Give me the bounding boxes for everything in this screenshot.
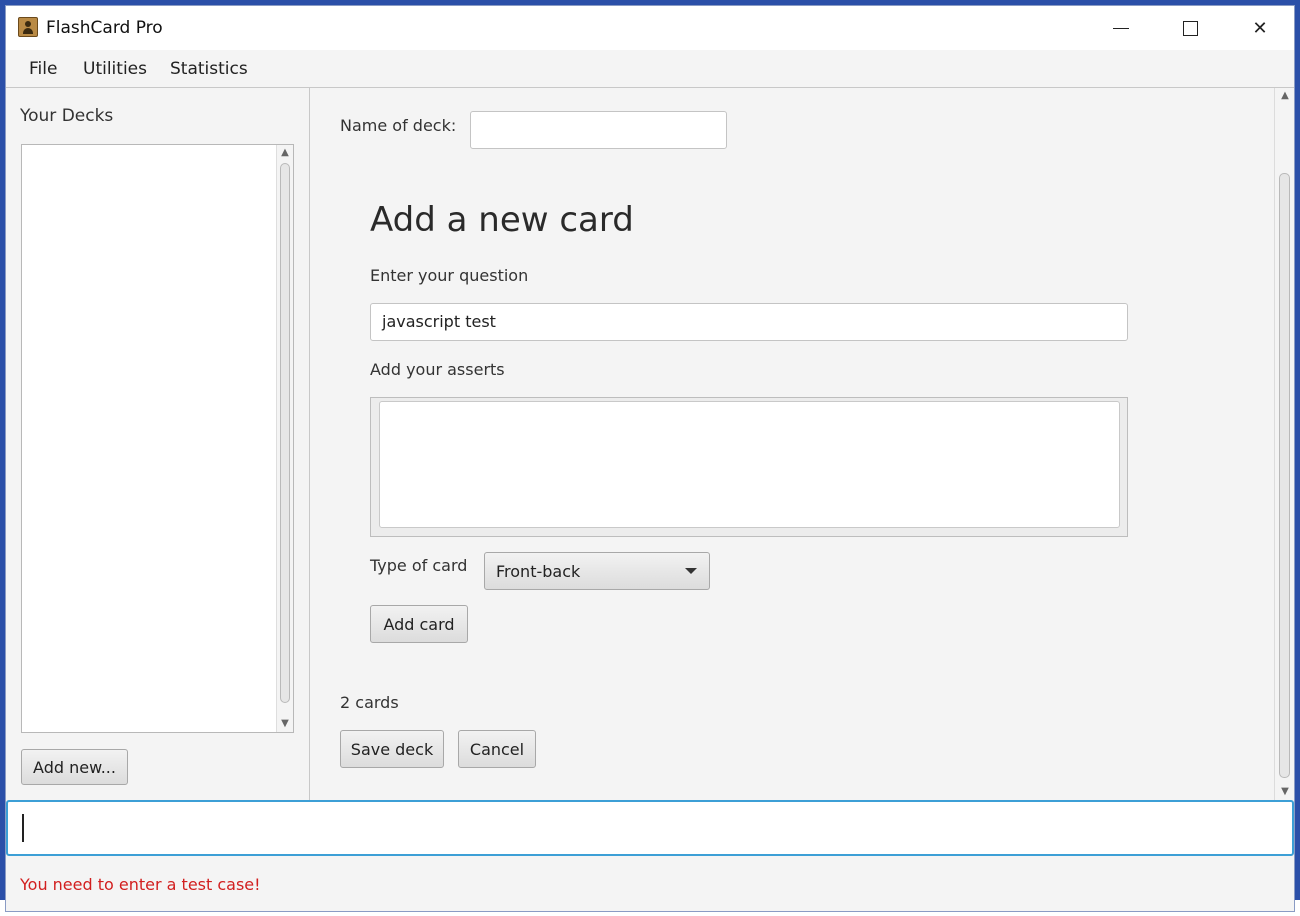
title-bar[interactable]: FlashCard Pro ✕ (6, 6, 1294, 50)
deck-list[interactable]: ▲ ▼ (21, 144, 294, 733)
close-button[interactable]: ✕ (1225, 6, 1294, 50)
card-type-label: Type of card (370, 556, 468, 575)
editor-scrollbar[interactable]: ▲ ▼ (1274, 88, 1294, 800)
window-title: FlashCard Pro (46, 18, 163, 38)
asserts-textarea[interactable] (379, 401, 1120, 528)
text-cursor (22, 814, 24, 842)
chevron-down-icon (685, 568, 697, 574)
asserts-frame (370, 397, 1128, 537)
menu-statistics[interactable]: Statistics (170, 59, 248, 79)
add-card-button[interactable]: Add card (370, 605, 468, 643)
menu-bar: File Utilities Statistics (6, 50, 1294, 88)
deck-list-scrollbar[interactable]: ▲ ▼ (276, 145, 293, 732)
scroll-down-icon[interactable]: ▼ (277, 716, 293, 732)
save-deck-button[interactable]: Save deck (340, 730, 444, 768)
question-input[interactable]: javascript test (370, 303, 1128, 341)
deck-name-input[interactable] (470, 111, 727, 149)
scroll-down-icon[interactable]: ▼ (1277, 784, 1293, 800)
editor-scroll-thumb[interactable] (1279, 173, 1290, 778)
app-window: FlashCard Pro ✕ File Utilities Statistic… (5, 5, 1295, 912)
add-new-deck-button[interactable]: Add new... (21, 749, 128, 785)
cancel-button[interactable]: Cancel (458, 730, 536, 768)
deck-name-label: Name of deck: (340, 116, 457, 135)
close-icon: ✕ (1252, 17, 1268, 39)
maximize-button[interactable] (1155, 6, 1225, 50)
minimize-icon (1113, 27, 1129, 29)
app-icon (18, 17, 38, 37)
menu-file[interactable]: File (29, 59, 57, 79)
scroll-up-icon[interactable]: ▲ (277, 145, 293, 161)
test-case-input[interactable] (6, 800, 1294, 856)
card-type-value: Front-back (496, 561, 581, 581)
minimize-button[interactable] (1086, 6, 1156, 50)
add-card-heading: Add a new card (370, 200, 634, 240)
deck-editor: Name of deck: Add a new card Enter your … (311, 88, 1294, 800)
error-message: You need to enter a test case! (20, 875, 261, 894)
scroll-up-icon[interactable]: ▲ (1277, 88, 1293, 104)
maximize-icon (1182, 20, 1198, 36)
question-label: Enter your question (370, 266, 529, 285)
menu-utilities[interactable]: Utilities (83, 59, 147, 79)
deck-list-scroll-thumb[interactable] (280, 163, 290, 703)
card-count: 2 cards (340, 693, 399, 712)
asserts-label: Add your asserts (370, 360, 505, 379)
decks-heading: Your Decks (20, 106, 114, 126)
card-type-select[interactable]: Front-back (484, 552, 710, 590)
decks-sidebar: Your Decks ▲ ▼ Add new... (6, 88, 310, 800)
